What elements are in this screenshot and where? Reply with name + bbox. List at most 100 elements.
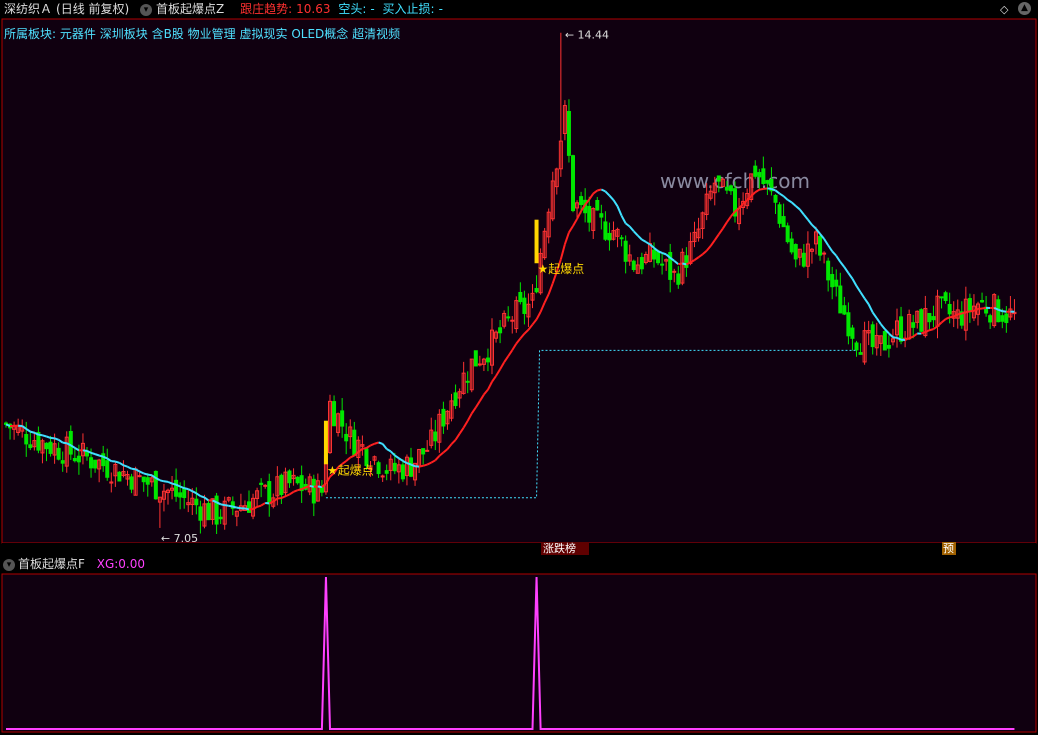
candle-body <box>728 185 733 192</box>
candle-body <box>870 324 875 348</box>
candle-body <box>793 244 798 260</box>
candle-body <box>566 110 571 156</box>
period-label[interactable]: (日线 前复权) <box>56 2 129 16</box>
ma-segment <box>98 454 104 458</box>
stock-chart[interactable]: www.cfchi.com ★起爆点★起爆点← 14.44← 7.05 涨跌榜 … <box>0 0 1038 735</box>
candle-body <box>477 363 482 366</box>
event-tag-rank[interactable]: 涨跌榜 <box>543 541 576 555</box>
candle-body <box>380 475 385 478</box>
ma-segment <box>228 504 234 508</box>
sector-item[interactable]: 元器件 <box>60 27 96 41</box>
candle-body <box>267 481 272 505</box>
candle-body <box>672 270 677 273</box>
ma-segment <box>38 433 43 437</box>
signal-label: ★起爆点 <box>327 463 374 477</box>
sector-item[interactable]: 超清视频 <box>352 27 400 41</box>
candle-body <box>279 474 284 495</box>
ma-segment <box>131 467 136 471</box>
candle-body <box>137 475 142 478</box>
candle-body <box>522 297 527 314</box>
candle-body <box>911 322 916 328</box>
sector-item[interactable]: 深圳板块 <box>100 27 148 41</box>
ma-segment <box>42 434 47 438</box>
candle-body <box>599 213 604 218</box>
ma-segment <box>965 310 971 314</box>
candle-body <box>656 251 661 264</box>
sector-item[interactable]: 虚拟现实 <box>239 27 287 41</box>
ma-segment <box>236 506 242 510</box>
ma-segment <box>981 306 987 310</box>
diamond-icon[interactable]: ◇ <box>1000 3 1008 16</box>
candle-body <box>1004 313 1009 324</box>
sector-item[interactable]: OLED概念 <box>291 27 348 41</box>
candle-body <box>838 285 843 314</box>
candle-body <box>433 431 438 442</box>
candle-body <box>826 260 831 281</box>
chevron-up-icon[interactable]: ▲ <box>1018 2 1031 15</box>
candle-body <box>352 429 357 456</box>
candle-body <box>28 444 33 449</box>
candle-body <box>384 470 389 474</box>
candle-body <box>785 225 790 243</box>
candle-body <box>465 380 470 383</box>
ma-segment <box>929 328 934 332</box>
candle-body <box>287 470 292 484</box>
candle-body <box>518 291 523 303</box>
ma-segment <box>418 464 424 468</box>
ma-segment <box>94 453 100 457</box>
candle-body <box>295 476 300 484</box>
date-strip <box>2 543 1036 555</box>
indicator-name[interactable]: 首板起爆点Z <box>156 2 224 16</box>
candle-body <box>822 252 827 255</box>
candle-body <box>182 488 187 499</box>
ma-segment <box>54 437 59 441</box>
signal-label: ★起爆点 <box>538 262 585 276</box>
xg-label: XG: <box>96 557 119 571</box>
candle-body <box>68 430 73 455</box>
candle-body <box>24 433 29 445</box>
candle-body <box>858 352 863 355</box>
candle-body <box>485 357 490 363</box>
ma-segment <box>224 504 229 507</box>
candle-body <box>178 492 183 498</box>
ma-segment <box>771 187 776 192</box>
candle-body <box>105 460 110 478</box>
candle-body <box>842 305 847 315</box>
ma-segment <box>90 451 96 456</box>
ma-segment <box>957 312 963 316</box>
candle-body <box>988 315 993 323</box>
short-value: - <box>370 2 375 16</box>
candle-body <box>684 255 689 268</box>
candle-body <box>777 204 782 224</box>
candle-body <box>48 441 53 454</box>
sub-panel <box>1 573 1037 733</box>
candle-body <box>400 464 405 480</box>
sector-item[interactable]: 含B股 <box>152 27 184 41</box>
ma-segment <box>123 464 128 468</box>
candle-body <box>145 477 150 485</box>
sub-indicator-name[interactable]: 首板起爆点F <box>18 557 85 571</box>
candle-body <box>534 288 539 293</box>
candle-body <box>214 495 219 525</box>
ma-segment <box>763 187 768 190</box>
signal-bar <box>323 420 328 465</box>
ma-segment <box>949 315 954 319</box>
candle-body <box>247 501 251 513</box>
stock-name[interactable]: 深纺织Ａ <box>4 2 52 16</box>
chevron-down-icon[interactable]: ▾ <box>3 558 15 571</box>
sector-item[interactable]: 物业管理 <box>188 27 236 41</box>
ma-segment <box>378 441 383 445</box>
short-label: 空头: <box>338 2 367 16</box>
candle-body <box>72 457 77 462</box>
candle-body <box>854 342 859 351</box>
candle-body <box>943 292 948 301</box>
event-tag-pre[interactable]: 预 <box>943 542 954 555</box>
candle-body <box>886 344 891 349</box>
candle-body <box>141 476 146 483</box>
chevron-down-icon[interactable]: ▾ <box>140 3 153 16</box>
candle-body <box>473 350 478 367</box>
candle-body <box>1000 315 1005 322</box>
candle-body <box>619 237 624 240</box>
ma-segment <box>159 479 165 483</box>
candle-body <box>421 448 426 455</box>
